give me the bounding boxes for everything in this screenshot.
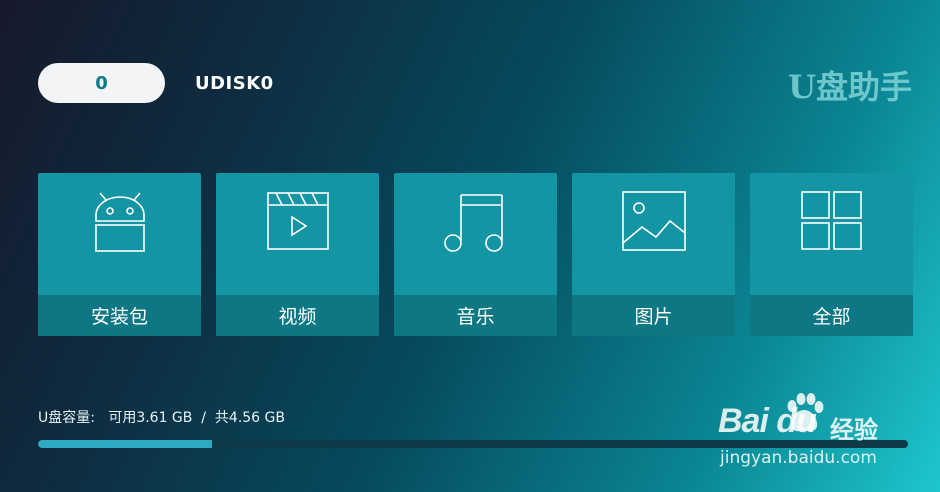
storage-progress-fill (38, 440, 212, 448)
tile-label: 全部 (750, 295, 913, 336)
android-icon (38, 187, 201, 255)
tile-video[interactable]: 视频 (216, 173, 379, 336)
tile-music[interactable]: 音乐 (394, 173, 557, 336)
tile-label: 音乐 (394, 295, 557, 336)
tile-label: 视频 (216, 295, 379, 336)
image-icon (572, 187, 735, 255)
music-icon (394, 187, 557, 255)
category-tiles: 安装包 视频 音乐 图片 全部 (38, 173, 913, 336)
tile-apk[interactable]: 安装包 (38, 173, 201, 336)
video-icon (216, 187, 379, 255)
tile-label: 图片 (572, 295, 735, 336)
device-name: UDISK0 (195, 73, 274, 94)
baidu-jingyan-watermark: Bai du 经验 jingyan.baidu.com (718, 392, 918, 472)
file-count-pill[interactable]: 0 (38, 63, 165, 103)
app-title: U盘助手 (788, 68, 912, 106)
tile-image[interactable]: 图片 (572, 173, 735, 336)
tile-all[interactable]: 全部 (750, 173, 913, 336)
grid-icon (750, 187, 913, 255)
paw-icon (787, 393, 824, 432)
watermark-cn-text: 经验 (830, 416, 878, 444)
watermark-url: jingyan.baidu.com (720, 448, 877, 468)
tile-label: 安装包 (38, 295, 201, 336)
storage-capacity-text: U盘容量: 可用3.61 GB / 共4.56 GB (38, 410, 285, 426)
file-count: 0 (95, 72, 108, 94)
